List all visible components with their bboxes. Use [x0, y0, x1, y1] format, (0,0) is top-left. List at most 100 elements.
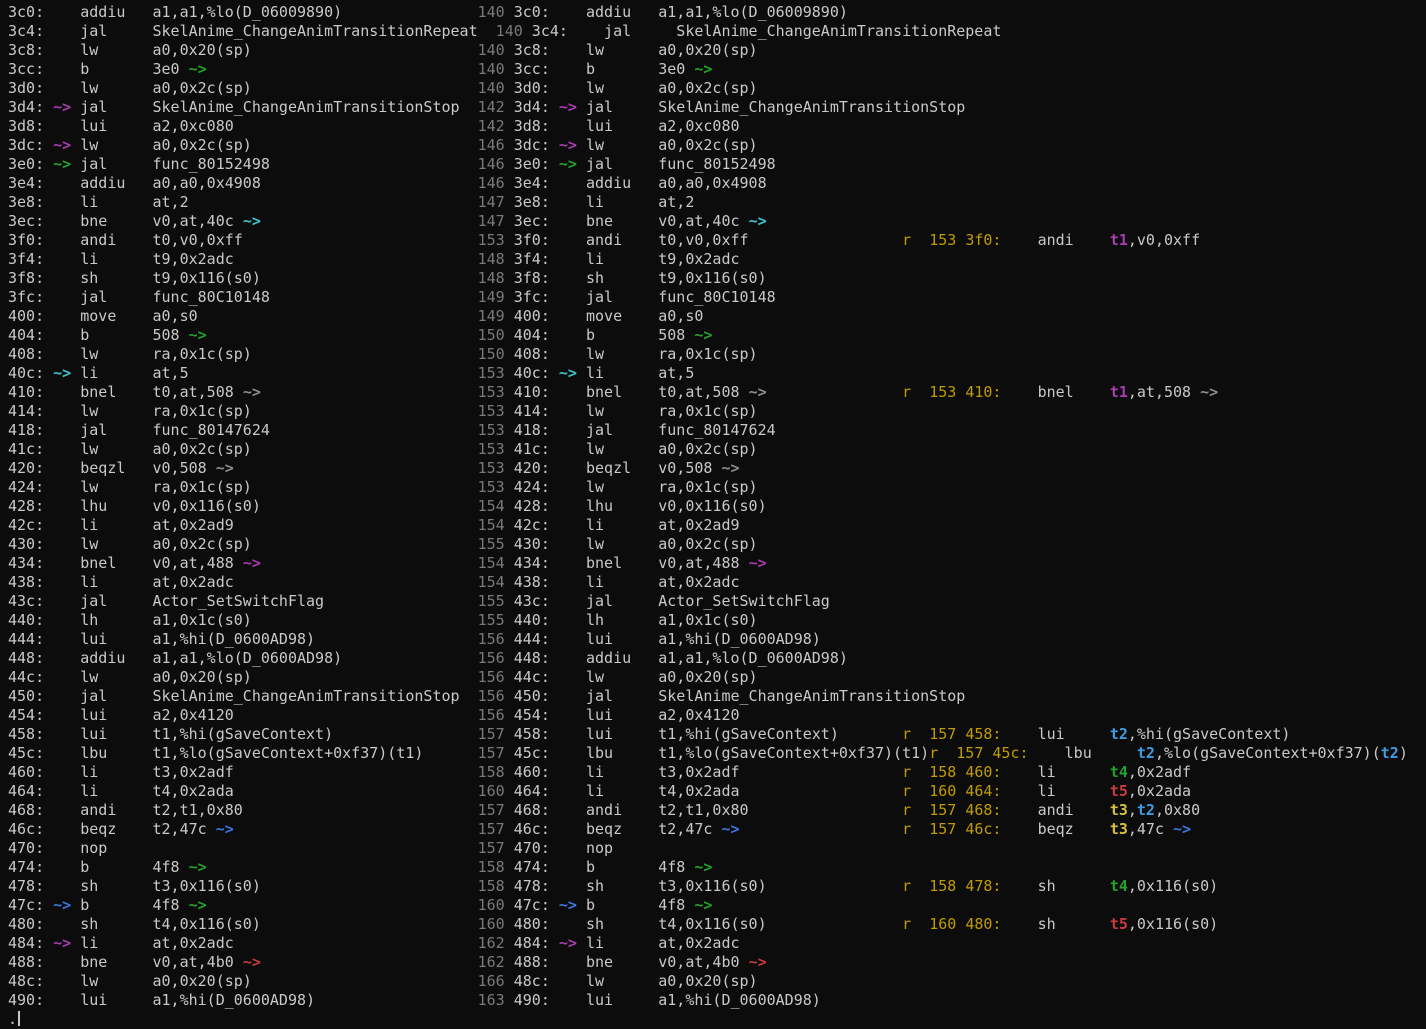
asm-row: 3d4: ~> jal SkelAnime_ChangeAnimTransiti… — [8, 98, 1426, 117]
branch-arrow-icon: ~> — [694, 896, 712, 914]
mnemonic: addiu — [586, 174, 631, 192]
branch-arrow-icon: ~> — [53, 364, 71, 382]
line-number: 153 — [478, 402, 505, 420]
spacer — [505, 117, 514, 135]
spacer — [261, 877, 478, 895]
branch-arrow-icon: ~> — [559, 136, 577, 154]
spacer — [234, 516, 478, 534]
spacer — [505, 934, 514, 952]
spacer — [911, 782, 929, 800]
spacer — [44, 782, 80, 800]
spacer — [505, 193, 514, 211]
mnemonic: sh — [1038, 915, 1056, 933]
address: 410: — [8, 383, 44, 401]
mnemonic: lbu — [1065, 744, 1092, 762]
spacer — [505, 383, 514, 401]
mnemonic: lw — [80, 79, 98, 97]
spacer — [460, 98, 478, 116]
mnemonic: jal — [586, 592, 613, 610]
spacer — [505, 79, 514, 97]
mnemonic: lw — [586, 535, 604, 553]
spacer — [604, 440, 658, 458]
line-number: 154 — [478, 516, 505, 534]
spacer — [107, 953, 152, 971]
operands: ra,0x1c(sp) — [153, 478, 252, 496]
address: 400: — [514, 307, 550, 325]
register-operand: t1 — [1110, 231, 1128, 249]
spacer — [550, 459, 586, 477]
mnemonic: lui — [80, 630, 107, 648]
register-operand: t3 — [1110, 820, 1128, 838]
spacer — [1074, 820, 1110, 838]
spacer — [550, 3, 586, 21]
spacer — [342, 649, 477, 667]
mnemonic: sh — [80, 269, 98, 287]
address: 3dc: — [8, 136, 44, 154]
mnemonic: lui — [80, 117, 107, 135]
spacer — [107, 497, 152, 515]
spacer — [595, 896, 658, 914]
line-number: 150 — [478, 345, 505, 363]
spacer — [595, 326, 658, 344]
line-number: 157 — [929, 725, 956, 743]
spacer — [550, 326, 586, 344]
spacer — [44, 516, 80, 534]
spacer — [505, 231, 514, 249]
mnemonic: andi — [80, 231, 116, 249]
spacer — [550, 839, 586, 857]
address: 454: — [514, 706, 550, 724]
spacer — [577, 364, 586, 382]
address: 468: — [965, 801, 1001, 819]
branch-arrow-icon: ~> — [694, 60, 712, 78]
spacer — [613, 744, 658, 762]
operands: at,2 — [153, 193, 189, 211]
line-number: 156 — [478, 668, 505, 686]
line-number: 153 — [478, 440, 505, 458]
address: 480: — [8, 915, 44, 933]
spacer — [505, 649, 514, 667]
spacer — [550, 953, 586, 971]
address: 474: — [8, 858, 44, 876]
spacer — [613, 687, 658, 705]
spacer — [107, 991, 152, 1009]
spacer — [44, 877, 80, 895]
mnemonic: lw — [586, 440, 604, 458]
spacer — [1001, 801, 1037, 819]
terminal[interactable]: 3c0: addiu a1,a1,%lo(D_06009890) 140 3c0… — [0, 0, 1426, 1021]
spacer — [604, 193, 658, 211]
spacer — [98, 535, 152, 553]
spacer — [89, 326, 152, 344]
address: 488: — [514, 953, 550, 971]
operands: ,0x2adf — [1128, 763, 1191, 781]
line-number: 146 — [478, 155, 505, 173]
address: 45c: — [992, 744, 1028, 762]
operands: a1,%hi(D_0600AD98) — [153, 991, 316, 1009]
spacer — [107, 155, 152, 173]
asm-row: 474: b 4f8 ~> 158 474: b 4f8 ~> — [8, 858, 1426, 877]
spacer — [550, 896, 559, 914]
operands: v0,at,488 — [658, 554, 748, 572]
line-number: 157 — [478, 820, 505, 838]
asm-row: 400: move a0,s0 149 400: move a0,s0 — [8, 307, 1426, 326]
spacer — [44, 60, 80, 78]
address: 428: — [8, 497, 44, 515]
address: 3f0: — [965, 231, 1001, 249]
spacer — [44, 345, 80, 363]
spacer — [505, 725, 514, 743]
mnemonic: jal — [80, 592, 107, 610]
operands: a1,a1,%lo(D_0600AD98) — [658, 649, 848, 667]
address: 420: — [514, 459, 550, 477]
line-number: 149 — [478, 307, 505, 325]
spacer — [631, 174, 658, 192]
spacer — [595, 858, 658, 876]
spacer — [107, 22, 152, 40]
spacer — [613, 953, 658, 971]
address: 400: — [8, 307, 44, 325]
mnemonic: lw — [80, 535, 98, 553]
spacer — [252, 478, 478, 496]
spacer — [604, 269, 658, 287]
operands: v0,at,488 — [153, 554, 243, 572]
spacer — [550, 402, 586, 420]
spacer — [613, 592, 658, 610]
line-number: 157 — [478, 744, 505, 762]
